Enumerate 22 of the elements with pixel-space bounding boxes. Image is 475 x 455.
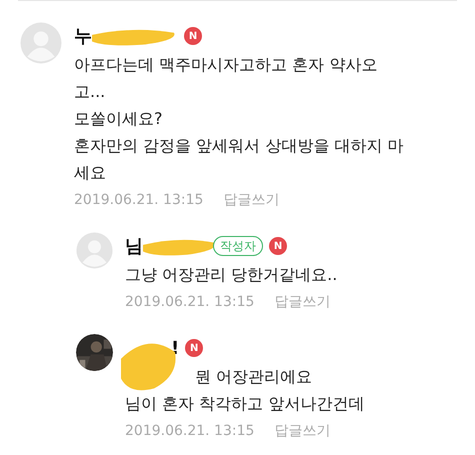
comment-text: 뭔 어장관리에요: [194, 366, 314, 388]
avatar-icon: [20, 22, 62, 64]
author-name: 누: [74, 24, 92, 48]
comment-date: 2019.06.21. 13:15: [125, 422, 254, 441]
comment-text: 그냥 어장관리 당한거같네요..: [125, 264, 338, 286]
author-name: 님: [125, 234, 143, 258]
comment-text: 모쏠이세요?: [74, 108, 164, 130]
comment-text: 세요: [74, 162, 107, 184]
author-tag: 작성자: [213, 236, 263, 256]
comment-date: 2019.06.21. 13:15: [74, 191, 204, 210]
comment-text: 혼자만의 감정을 앞세워서 상대방을 대하지 마: [74, 135, 404, 157]
new-badge: N: [184, 27, 202, 45]
new-badge: N: [185, 339, 204, 357]
comment-date: 2019.06.21. 13:15: [125, 293, 254, 312]
reply-link[interactable]: 답글쓰기: [274, 292, 330, 313]
reply-link[interactable]: 답글쓰기: [274, 421, 330, 442]
avatar-icon: [76, 232, 113, 269]
comment-text: 고...: [74, 81, 106, 103]
comment-text: 아프다는데 맥주마시자고하고 혼자 약사오: [74, 54, 378, 76]
comment-text: 님이 혼자 착각하고 앞서나간건데: [125, 393, 364, 415]
reply-link[interactable]: 답글쓰기: [223, 190, 280, 211]
new-badge: N: [269, 237, 287, 255]
